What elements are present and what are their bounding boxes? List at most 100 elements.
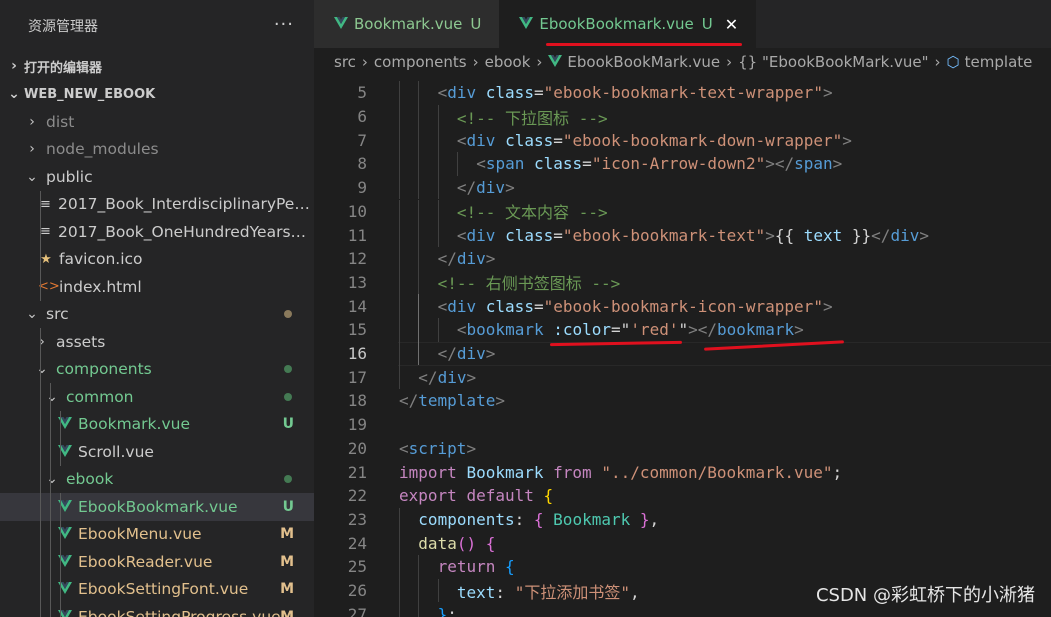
code-line: 22 export default { xyxy=(314,484,553,508)
code-token: "ebook-bookmark-text-wrapper" xyxy=(543,83,823,103)
indent-guide xyxy=(40,520,41,548)
code-token: class xyxy=(505,225,554,245)
code-token: "下拉添加书签" xyxy=(514,582,630,602)
code-token: class xyxy=(534,154,583,174)
tab-active[interactable]: EbookBookmark.vue U ✕ xyxy=(499,0,757,48)
indent-guide xyxy=(50,410,51,438)
tab-status-badge: U xyxy=(470,15,482,33)
breadcrumb-item[interactable]: components xyxy=(374,53,467,71)
tree-item-label: 2017_Book_InterdisciplinaryPerspe... xyxy=(58,195,314,214)
line-number: 10 xyxy=(347,201,367,221)
tree-folder[interactable]: › assets xyxy=(0,328,314,356)
breadcrumb: src › components › ebook › EbookBookMark.vue › {… xyxy=(314,48,1051,76)
tree-file[interactable]: EbookSettingProgress.vue M xyxy=(0,603,314,617)
code-token: }} xyxy=(842,225,872,245)
project-section[interactable]: ⌄ WEB_NEW_EBOOK xyxy=(0,80,314,108)
indent-guide xyxy=(418,81,420,105)
indent-guide xyxy=(418,152,420,176)
open-editors-label: 打开的编辑器 xyxy=(24,60,103,76)
chevron-down-icon: ⌄ xyxy=(8,86,20,102)
code-token: > xyxy=(505,178,515,198)
breadcrumb-item[interactable]: template xyxy=(965,53,1033,71)
tree-file[interactable]: EbookMenu.vue M xyxy=(0,520,314,548)
code-token: < xyxy=(437,296,448,316)
code-text: }; xyxy=(438,605,457,617)
tree-file[interactable]: ≡2017_Book_InterdisciplinaryPerspe... xyxy=(0,190,314,218)
tree-folder[interactable]: ⌄ public xyxy=(0,163,314,191)
chevron-down-icon: ⌄ xyxy=(36,361,48,378)
breadcrumb-item[interactable]: ebook xyxy=(485,53,531,71)
tree-file[interactable]: EbookBookmark.vue U xyxy=(0,493,314,521)
breadcrumb-item[interactable]: {} "EbookBookMark.vue" xyxy=(738,53,928,71)
indent-guide xyxy=(40,245,41,273)
code-line: 5 <div class="ebook-bookmark-text-wrapper… xyxy=(314,81,832,105)
tab-inactive[interactable]: Bookmark.vue U xyxy=(314,0,500,48)
code-line: 21 import Bookmark from "../common/Bookma… xyxy=(314,460,842,484)
code-token: ) xyxy=(466,533,477,553)
tree-item-label: favicon.ico xyxy=(59,250,143,269)
indent-guide xyxy=(418,199,420,224)
git-status-badge: M xyxy=(280,553,294,570)
code-text: components: { Bookmark }, xyxy=(418,510,659,529)
tree-file[interactable]: Bookmark.vue U xyxy=(0,410,314,438)
tree-file[interactable]: EbookReader.vue M xyxy=(0,548,314,576)
tree-file[interactable]: ≡ 2017_Book_OneHundredYearsOfC... xyxy=(0,218,314,246)
more-actions-icon[interactable]: ··· xyxy=(274,14,294,35)
code-token: > xyxy=(495,391,505,411)
code-token: < xyxy=(456,320,467,340)
code-token: = xyxy=(533,296,544,316)
code-token: "ebook-bookmark-icon-wrapper" xyxy=(543,296,823,316)
indent-guide xyxy=(437,223,439,247)
open-editors-section[interactable]: › 打开的编辑器 xyxy=(0,52,314,80)
code-token: div xyxy=(456,249,486,269)
tree-folder[interactable]: › dist xyxy=(0,108,314,136)
line-number: 14 xyxy=(347,296,367,316)
code-token: > xyxy=(765,225,775,245)
indent-guide xyxy=(40,383,41,411)
code-token: , xyxy=(649,509,660,529)
code-line: 26 text: "下拉添加书签", xyxy=(314,579,640,603)
tree-folder[interactable]: ⌄ ebook xyxy=(0,465,314,493)
tree-folder[interactable]: ⌄ common xyxy=(0,383,314,411)
close-icon[interactable]: ✕ xyxy=(725,15,738,34)
indent-guide xyxy=(437,175,439,200)
code-token: class xyxy=(485,83,534,103)
breadcrumb-item[interactable]: EbookBookMark.vue xyxy=(567,53,720,71)
code-token: default xyxy=(466,486,534,506)
code-token: > xyxy=(832,154,843,174)
line-number: 21 xyxy=(347,462,367,482)
indent-guide xyxy=(399,341,400,366)
indent-guide xyxy=(40,548,41,576)
indent-guide xyxy=(50,520,51,548)
tree-file[interactable]: <> index.html xyxy=(0,273,314,301)
tree-item-label: EbookBookmark.vue xyxy=(78,497,238,516)
code-token: < xyxy=(456,130,467,150)
breadcrumb-item[interactable]: src xyxy=(334,53,356,71)
code-text: text: "下拉添加书签", xyxy=(457,579,640,603)
tree-folder[interactable]: ⌄ src xyxy=(0,301,314,329)
tree-item-label: ebook xyxy=(66,470,114,489)
tree-folder[interactable]: ⌄ components xyxy=(0,355,314,383)
tree-folder[interactable]: › node_modules xyxy=(0,136,314,164)
code-token: div xyxy=(437,367,467,387)
git-status-badge: M xyxy=(280,581,294,598)
code-token: { xyxy=(543,486,554,506)
code-token: export xyxy=(399,486,457,506)
chevron-down-icon: ⌄ xyxy=(26,306,38,323)
indent-guide xyxy=(50,548,51,576)
tree-file[interactable]: Scroll.vue xyxy=(0,438,314,466)
code-token: , xyxy=(629,582,640,602)
code-token: } xyxy=(437,604,448,617)
chevron-down-icon: ⌄ xyxy=(46,388,58,405)
tree-item-label: public xyxy=(46,167,93,186)
tree-file[interactable]: EbookSettingFont.vue M xyxy=(0,575,314,603)
code-editor[interactable]: 5 <div class="ebook-bookmark-text-wrapper… xyxy=(314,80,1051,617)
indent-guide xyxy=(437,578,439,603)
indent-guide xyxy=(418,223,420,247)
chevron-right-icon: › xyxy=(536,53,543,71)
tree-file[interactable]: ★ favicon.ico xyxy=(0,245,314,273)
